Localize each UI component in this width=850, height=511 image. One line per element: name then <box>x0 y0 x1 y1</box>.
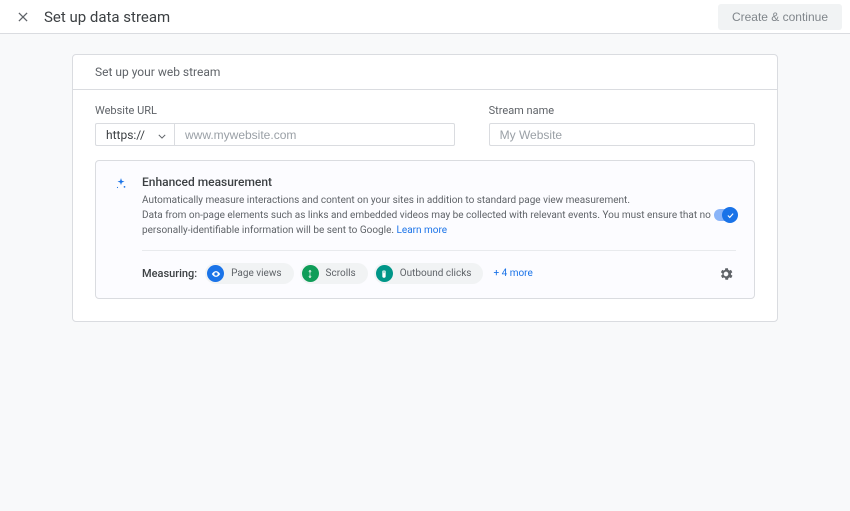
protocol-select[interactable]: https:// <box>95 123 175 146</box>
stream-name-label: Stream name <box>489 104 755 117</box>
gear-icon[interactable] <box>716 264 736 284</box>
enhanced-desc-1: Automatically measure interactions and c… <box>142 193 736 208</box>
stream-name-input[interactable] <box>489 123 755 146</box>
chip-label: Outbound clicks <box>400 268 472 279</box>
website-url-label: Website URL <box>95 104 455 117</box>
chip-page-views: Page views <box>205 263 293 284</box>
website-url-input[interactable] <box>175 123 455 146</box>
enhanced-measurement-card: Enhanced measurement Automatically measu… <box>95 160 755 299</box>
scroll-icon <box>302 265 319 282</box>
enhanced-toggle[interactable] <box>714 209 736 221</box>
chip-scrolls: Scrolls <box>300 263 368 284</box>
card-section-title: Set up your web stream <box>73 55 777 90</box>
chip-label: Page views <box>231 268 281 279</box>
measuring-label: Measuring: <box>142 267 197 280</box>
close-icon[interactable] <box>14 8 32 26</box>
chevron-down-icon <box>158 128 166 142</box>
enhanced-desc-2: Data from on-page elements such as links… <box>142 208 736 238</box>
create-continue-button[interactable]: Create & continue <box>718 4 842 30</box>
more-measurements-link[interactable]: + 4 more <box>493 268 532 279</box>
enhanced-title: Enhanced measurement <box>142 175 736 189</box>
learn-more-link[interactable]: Learn more <box>397 225 448 236</box>
divider <box>142 250 736 251</box>
chip-label: Scrolls <box>326 268 356 279</box>
sparkle-icon <box>114 177 128 191</box>
check-icon <box>722 207 738 223</box>
eye-icon <box>207 265 224 282</box>
protocol-value: https:// <box>106 128 145 142</box>
mouse-icon <box>376 265 393 282</box>
stream-setup-card: Set up your web stream Website URL https… <box>72 54 778 322</box>
chip-outbound: Outbound clicks <box>374 263 484 284</box>
modal-header: Set up data stream Create & continue <box>0 0 850 34</box>
page-title: Set up data stream <box>44 8 170 26</box>
